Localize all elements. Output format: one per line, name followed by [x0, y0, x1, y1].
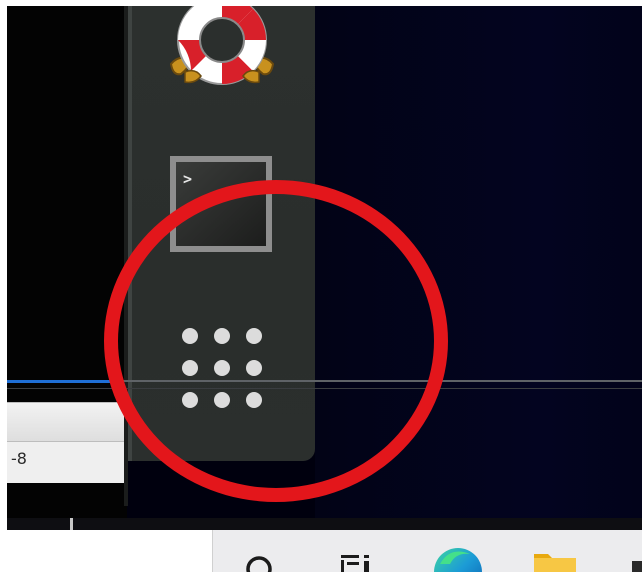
background-window-header — [7, 403, 124, 442]
file-explorer-icon — [534, 554, 576, 572]
background-window-text: -8 — [11, 449, 27, 468]
task-view-icon — [341, 555, 369, 572]
terminal-icon — [170, 156, 272, 252]
edge-browser-icon — [434, 548, 482, 572]
search-icon — [246, 556, 272, 572]
taskbar-app-icon — [632, 561, 642, 572]
screen: > -8 — [0, 0, 642, 572]
separator-line — [112, 380, 642, 382]
terminal-prompt-glyph: > — [183, 170, 193, 188]
progress-accent-line — [7, 380, 112, 383]
taskbar-overflow-button[interactable] — [630, 558, 642, 572]
taskbar-search-button[interactable] — [242, 552, 276, 572]
taskbar-top-edge — [7, 518, 642, 530]
background-window[interactable]: -8 — [7, 402, 124, 483]
dock-item-show-applications[interactable] — [176, 322, 268, 414]
dock-item-help[interactable] — [163, 0, 281, 90]
taskbar-task-view-button[interactable] — [338, 552, 372, 572]
desktop-right-area — [315, 6, 642, 518]
lifebuoy-icon — [169, 0, 275, 85]
taskbar-file-explorer-button[interactable] — [532, 550, 578, 572]
taskbar-edge-button[interactable] — [432, 544, 484, 572]
app-grid-icon — [176, 322, 268, 414]
separator-line-secondary — [7, 388, 642, 389]
taskbar-search-box[interactable] — [7, 530, 213, 572]
dock-item-terminal[interactable]: > — [168, 154, 274, 254]
search-box-notch — [70, 518, 73, 530]
